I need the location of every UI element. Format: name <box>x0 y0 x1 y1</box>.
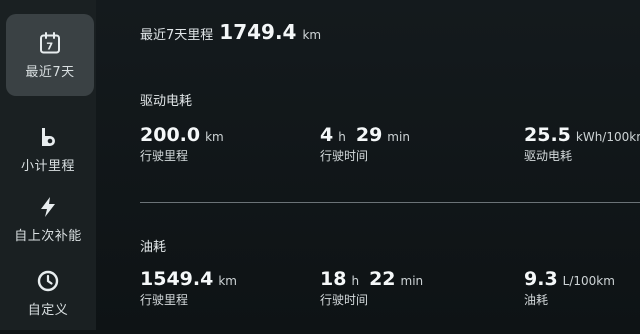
electric-hours-value: 4 <box>320 124 334 146</box>
electric-hours-unit: h <box>338 130 346 144</box>
clock-icon <box>37 270 59 291</box>
fuel-consumption-unit: L/100km <box>562 274 615 288</box>
summary-label: 最近7天里程 <box>140 28 214 43</box>
calendar-icon: 7 <box>40 31 60 53</box>
electric-minutes-unit: min <box>387 130 410 144</box>
electric-distance-value: 200.0 <box>140 124 201 146</box>
fuel-consumption-label: 油耗 <box>524 293 549 307</box>
summary-unit: km <box>302 28 322 42</box>
sidebar-item-since-last-charge[interactable]: 自上次补能 <box>0 178 96 260</box>
fuel-minutes-value: 22 <box>369 268 396 290</box>
fuel-time-label: 行驶时间 <box>320 293 369 307</box>
sidebar-item-label: 自上次补能 <box>14 228 82 244</box>
fuel-distance-value: 1549.4 <box>140 268 214 290</box>
fuel-hours-value: 18 <box>320 268 347 290</box>
electric-time-label: 行驶时间 <box>320 149 369 163</box>
electric-distance-unit: km <box>205 130 224 144</box>
section-divider <box>140 202 640 203</box>
electric-consumption-unit: kWh/100km <box>575 130 640 144</box>
trip-stats-panel: 最近7天里程 1749.4 km 驱动电耗 200.0 km 行驶里程 4 h … <box>96 0 640 330</box>
lightning-icon <box>41 196 55 217</box>
sidebar-item-label: 最近7天 <box>25 64 75 80</box>
sidebar-item-label: 自定义 <box>27 302 69 318</box>
fuel-consumption-value: 9.3 <box>524 268 558 290</box>
sidebar-item-label: 小计里程 <box>20 158 75 174</box>
sidebar-item-last-7-days[interactable]: 7 最近7天 <box>6 14 94 96</box>
fuel-minutes-unit: min <box>400 274 424 288</box>
electric-minutes-value: 29 <box>355 124 383 146</box>
fuel-drive-time: 18 h 22 min 行驶时间 <box>320 268 423 308</box>
sidebar-item-custom[interactable]: 自定义 <box>0 252 96 334</box>
summary-mileage: 最近7天里程 1749.4 km <box>140 20 321 44</box>
summary-value: 1749.4 <box>219 20 297 44</box>
fuel-distance-unit: km <box>218 274 237 288</box>
fuel-consumption: 9.3 L/100km 油耗 <box>524 268 615 308</box>
electric-distance-label: 行驶里程 <box>140 149 189 163</box>
electric-consumption-label: 驱动电耗 <box>524 149 573 163</box>
fuel-hours-unit: h <box>351 274 360 288</box>
electric-distance: 200.0 km 行驶里程 <box>140 124 224 164</box>
fuel-distance: 1549.4 km 行驶里程 <box>140 268 237 308</box>
fuel-section-title: 油耗 <box>140 240 167 255</box>
svg-text:7: 7 <box>46 41 53 52</box>
fuel-distance-label: 行驶里程 <box>140 293 189 307</box>
electric-consumption-value: 25.5 <box>524 124 571 146</box>
odometer-icon <box>42 127 55 146</box>
sidebar: 7 最近7天 小计里程 自上次补能 自定义 <box>0 0 96 330</box>
electric-section-title: 驱动电耗 <box>140 94 193 109</box>
electric-consumption: 25.5 kWh/100km 驱动电耗 <box>524 124 640 164</box>
electric-drive-time: 4 h 29 min 行驶时间 <box>320 124 410 164</box>
